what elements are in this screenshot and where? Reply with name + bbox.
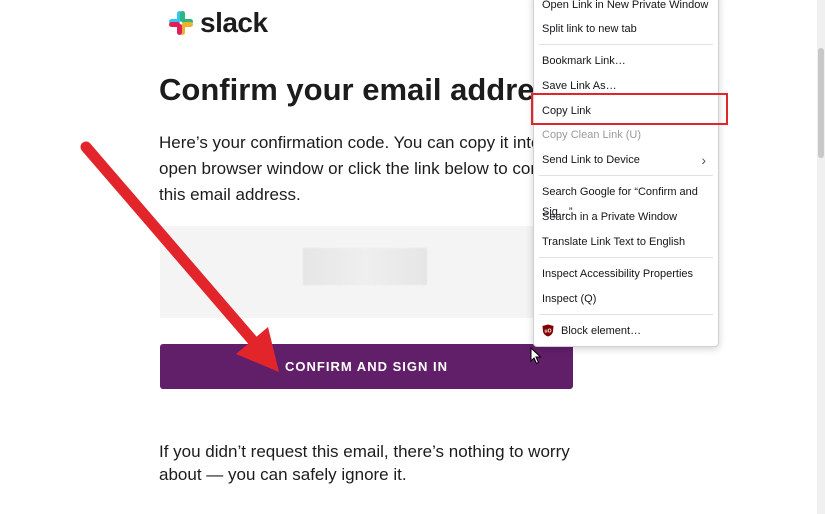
- page-scrollbar[interactable]: [817, 0, 825, 514]
- mouse-cursor-icon: [530, 347, 542, 365]
- menu-item-search-private-window[interactable]: Search in a Private Window: [534, 207, 718, 227]
- menu-item-translate-link-text[interactable]: Translate Link Text to English: [534, 232, 718, 252]
- slack-wordmark: slack: [200, 7, 268, 38]
- slack-logo: slack: [168, 7, 268, 38]
- slack-hash-icon: [169, 11, 193, 35]
- menu-separator: [539, 314, 713, 315]
- menu-item-open-private-window[interactable]: Open Link in New Private Window: [534, 0, 718, 15]
- block-element-label: Block element…: [561, 325, 642, 337]
- outro-line: about — you can safely ignore it.: [159, 465, 407, 484]
- email-outro: If you didn’t request this email, there’…: [159, 440, 579, 486]
- menu-item-save-link-as[interactable]: Save Link As…: [534, 76, 718, 96]
- confirm-and-sign-in-button[interactable]: CONFIRM AND SIGN IN: [160, 344, 573, 389]
- email-intro: Here’s your confirmation code. You can c…: [159, 130, 559, 208]
- menu-item-split-link-tab[interactable]: Split link to new tab: [534, 19, 718, 39]
- confirmation-code-box: [160, 226, 573, 318]
- menu-item-inspect[interactable]: Inspect (Q): [534, 289, 718, 309]
- menu-item-inspect-accessibility[interactable]: Inspect Accessibility Properties: [534, 264, 718, 284]
- intro-line: Here’s your confirmation code. You can c…: [159, 133, 550, 152]
- menu-separator: [539, 175, 713, 176]
- browser-context-menu: Open Link in New Private Window Split li…: [533, 0, 719, 347]
- menu-item-search-google[interactable]: Search Google for “Confirm and Sig…”: [534, 182, 718, 218]
- intro-line: open browser window or click the link be…: [159, 159, 549, 178]
- send-link-label: Send Link to Device: [542, 154, 640, 166]
- ublock-shield-icon: uO: [542, 324, 554, 337]
- menu-separator: [539, 44, 713, 45]
- svg-text:uO: uO: [545, 329, 552, 335]
- email-title: Confirm your email addres: [159, 72, 552, 107]
- intro-line: this email address.: [159, 185, 301, 204]
- menu-item-send-link-to-device[interactable]: Send Link to Device ›: [534, 150, 718, 170]
- scrollbar-thumb[interactable]: [818, 48, 824, 158]
- menu-item-bookmark-link[interactable]: Bookmark Link…: [534, 51, 718, 71]
- menu-item-copy-clean-link: Copy Clean Link (U): [542, 129, 642, 141]
- menu-item-block-element[interactable]: uO Block element…: [534, 321, 718, 341]
- outro-line: If you didn’t request this email, there’…: [159, 442, 570, 461]
- chevron-right-icon: ›: [701, 152, 706, 168]
- redacted-code: [303, 248, 427, 285]
- menu-item-copy-link[interactable]: Copy Link: [534, 101, 718, 121]
- menu-separator: [539, 257, 713, 258]
